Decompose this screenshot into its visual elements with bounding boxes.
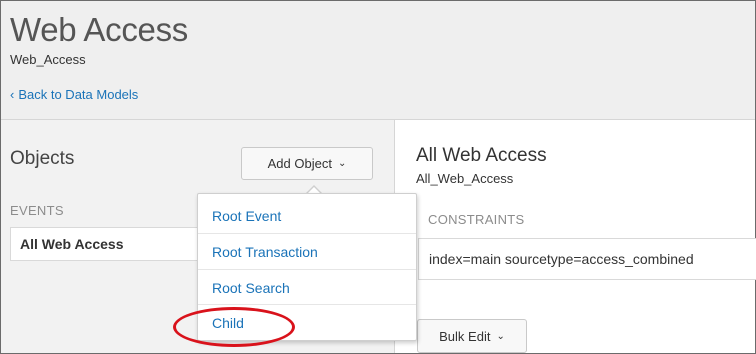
constraints-label: CONSTRAINTS bbox=[428, 212, 525, 227]
bulk-edit-button[interactable]: Bulk Edit ⌄ bbox=[417, 319, 527, 353]
add-object-button[interactable]: Add Object ⌄ bbox=[241, 147, 373, 180]
page-title: Web Access bbox=[10, 11, 188, 48]
object-detail-panel: All Web Access All_Web_Access CONSTRAINT… bbox=[395, 120, 756, 353]
events-section-label: EVENTS bbox=[10, 203, 64, 218]
page-header: Web Access Web_Access ‹ Back to Data Mode… bbox=[1, 1, 755, 120]
back-to-data-models-link[interactable]: ‹ Back to Data Models bbox=[10, 87, 138, 102]
menu-item-root-event[interactable]: Root Event bbox=[198, 197, 416, 234]
chevron-down-icon: ⌄ bbox=[337, 158, 347, 169]
bulk-edit-label: Bulk Edit bbox=[439, 328, 491, 344]
object-item-label: All Web Access bbox=[20, 236, 124, 252]
page-subtitle: Web_Access bbox=[10, 52, 86, 67]
object-item-all-web-access[interactable]: All Web Access bbox=[10, 227, 200, 261]
object-subtitle: All_Web_Access bbox=[416, 171, 514, 186]
objects-heading: Objects bbox=[10, 148, 75, 169]
constraint-value: index=main sourcetype=access_combined bbox=[418, 238, 756, 280]
chevron-down-icon: ⌄ bbox=[496, 330, 505, 342]
back-link-label: Back to Data Models bbox=[18, 87, 139, 102]
menu-item-root-transaction[interactable]: Root Transaction bbox=[198, 233, 416, 270]
add-object-label: Add Object bbox=[267, 156, 332, 171]
menu-item-child[interactable]: Child bbox=[198, 304, 416, 341]
menu-item-root-search[interactable]: Root Search bbox=[198, 269, 416, 306]
object-title: All Web Access bbox=[416, 145, 547, 166]
chevron-left-icon: ‹ bbox=[10, 87, 15, 102]
add-object-menu: Root Event Root Transaction Root Search … bbox=[197, 193, 417, 341]
